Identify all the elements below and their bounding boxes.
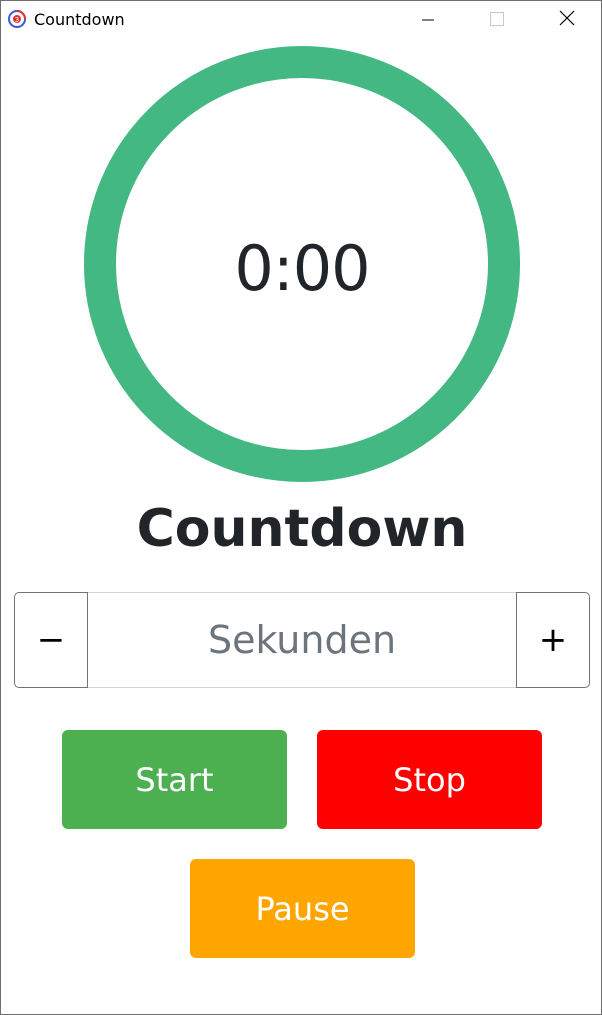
seconds-input[interactable] [88,592,516,688]
time-display: 0:00 [234,231,370,305]
app-window: 3 Countdown 0:00 Countdown − Sekunden + … [0,0,602,1015]
svg-text:3: 3 [15,16,19,24]
seconds-input-group: − + [14,592,590,688]
countdown-ring: 0:00 [83,45,521,483]
title-bar[interactable]: 3 Countdown [1,1,601,39]
app-icon: 3 [8,10,26,28]
close-icon [559,10,575,30]
maximize-button[interactable] [474,1,520,39]
stop-button[interactable]: Stop [317,730,542,829]
page-title: Countdown [136,499,468,559]
window-title: Countdown [34,10,125,29]
maximize-icon [490,11,504,30]
close-button[interactable] [544,1,590,39]
minimize-button[interactable] [405,1,451,39]
start-button[interactable]: Start [62,730,287,829]
pause-button[interactable]: Pause [190,859,415,958]
increment-button[interactable]: + [516,592,590,688]
minimize-icon [422,11,434,30]
decrement-button[interactable]: − [14,592,88,688]
